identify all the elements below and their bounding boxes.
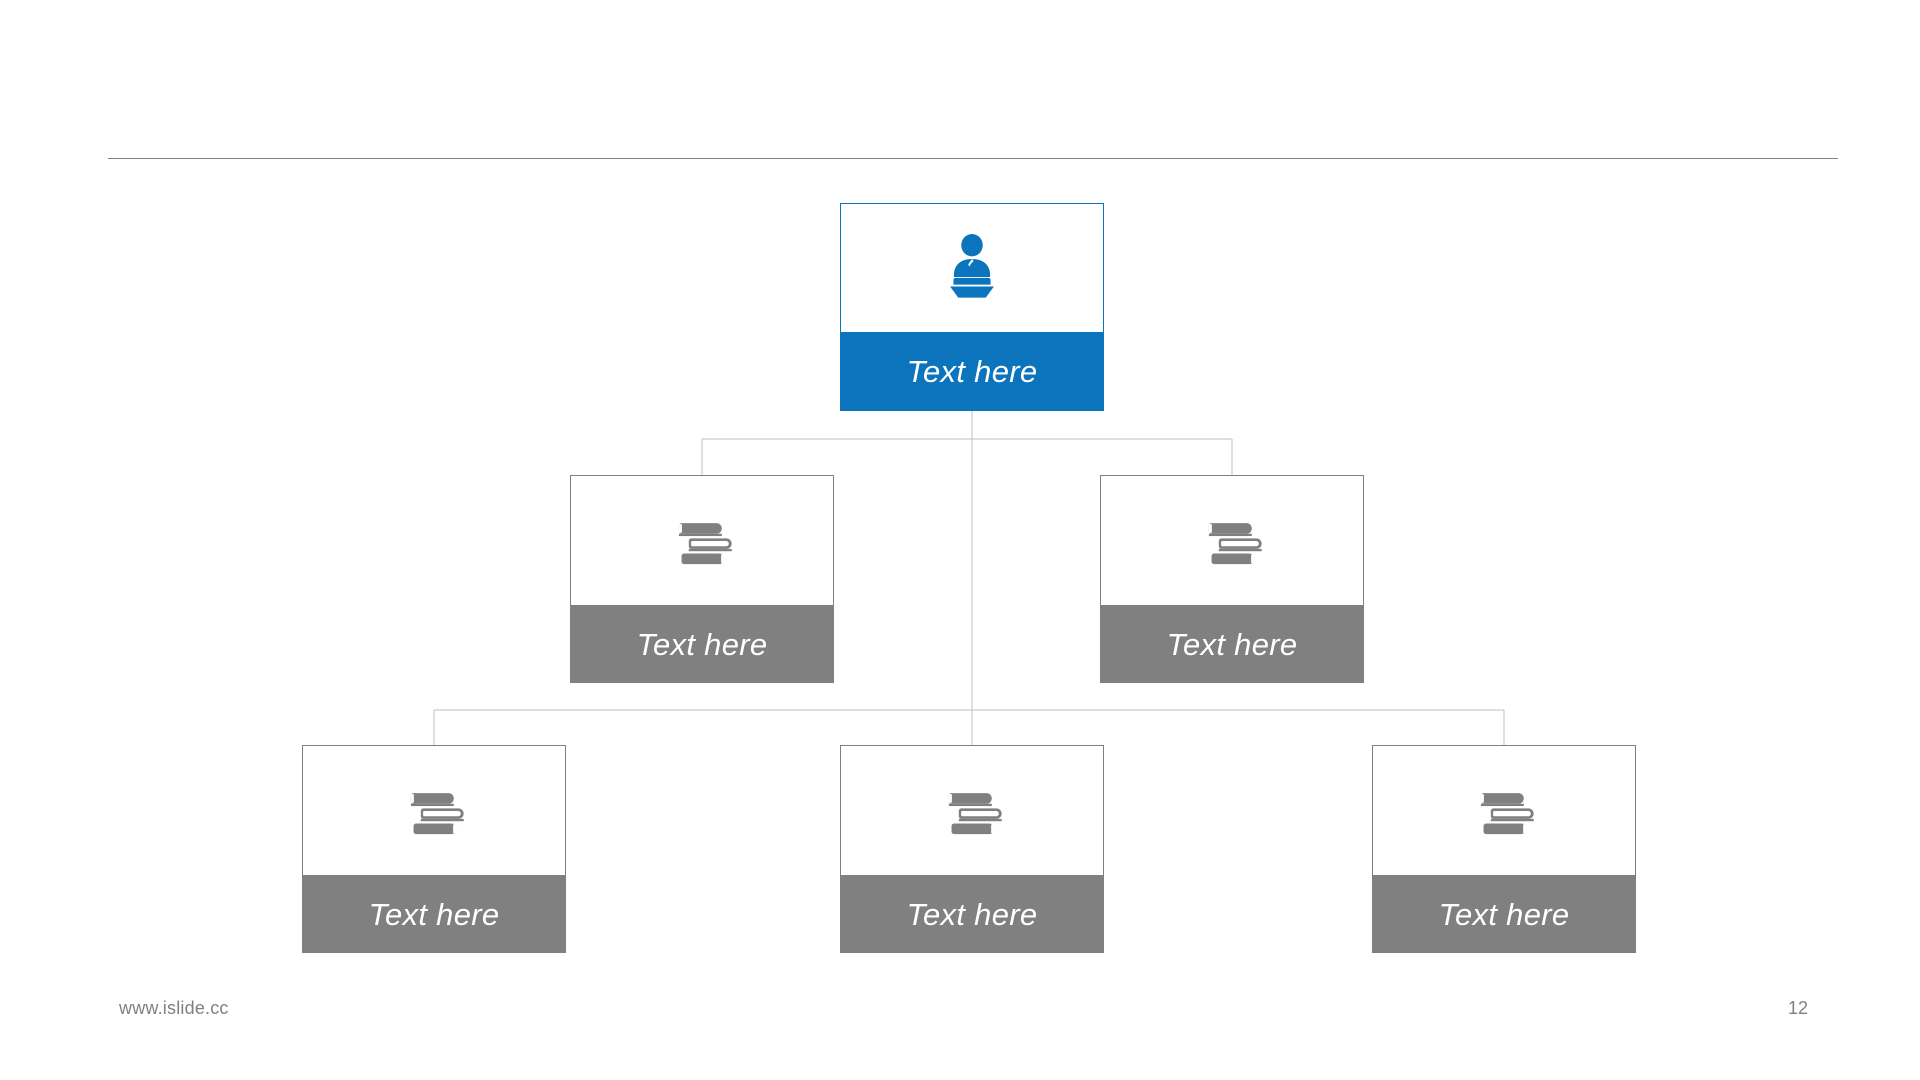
book-stack-icon [410,792,464,834]
slide-page-number: 12 [1788,998,1809,1018]
org-node-root[interactable]: Text here [840,203,1104,411]
org-node-level3-left[interactable]: Text here [302,745,566,953]
org-node-level3-left-label-pane: Text here [302,875,566,953]
org-node-root-label-pane: Text here [841,332,1103,410]
org-node-level2-right-label-pane: Text here [1100,605,1364,683]
book-stack-icon [1208,522,1262,564]
org-node-root-label: Text here [906,353,1038,389]
slide-canvas: Text here Text here Text here Text here … [0,0,1920,1080]
org-node-level2-left-label-pane: Text here [570,605,834,683]
org-node-level2-right-label: Text here [1166,626,1298,662]
org-node-level3-left-label: Text here [368,896,500,932]
org-node-level3-center[interactable]: Text here [840,745,1104,953]
footer-website-url[interactable]: www.islide.cc [119,998,229,1019]
org-node-level2-right-icon-pane [1100,475,1364,605]
book-stack-icon [1480,792,1534,834]
org-node-level3-center-label-pane: Text here [840,875,1104,953]
speaker-podium-icon [950,234,994,298]
org-node-root-icon-pane [841,204,1103,332]
org-node-level3-center-label: Text here [906,896,1038,932]
org-node-level2-left-icon-pane [570,475,834,605]
org-node-level2-left[interactable]: Text here [570,475,834,683]
book-stack-icon [678,522,732,564]
org-node-level3-right-icon-pane [1372,745,1636,875]
org-node-level3-left-icon-pane [302,745,566,875]
book-stack-icon [948,792,1002,834]
org-node-level2-right[interactable]: Text here [1100,475,1364,683]
org-node-level2-left-label: Text here [636,626,768,662]
org-node-level3-right-label-pane: Text here [1372,875,1636,953]
org-node-level3-center-icon-pane [840,745,1104,875]
org-node-level3-right[interactable]: Text here [1372,745,1636,953]
header-divider-rule [108,158,1838,159]
org-node-level3-right-label: Text here [1438,896,1570,932]
